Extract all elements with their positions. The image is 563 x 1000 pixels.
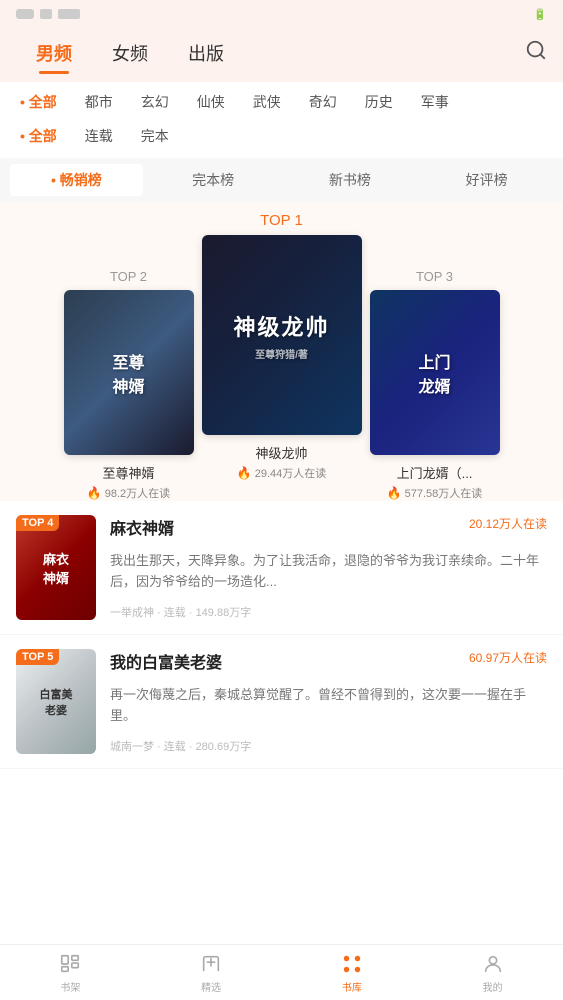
rank-label-3: TOP 3	[416, 269, 453, 284]
shelf-icon	[58, 952, 82, 976]
cat-serial[interactable]: 连载	[81, 124, 117, 148]
list-readers-5: 60.97万人在读	[469, 649, 547, 666]
list-section: 麻衣神婿 TOP 4 麻衣神婿 20.12万人在读 我出生那天，天降异象。为了让…	[0, 501, 563, 779]
book-readers-3: 🔥 577.58万人在读	[387, 485, 483, 501]
status-bar: 🔋	[0, 0, 563, 28]
list-item-5[interactable]: 白富美老婆 TOP 5 我的白富美老婆 60.97万人在读 再一次侮蔑之后，秦城…	[0, 635, 563, 769]
cat-all2[interactable]: 全部	[16, 124, 61, 148]
nav-item-library[interactable]: 书库	[282, 945, 423, 1000]
nav-label-shelf: 书架	[60, 979, 80, 994]
list-top-5: 我的白富美老婆 60.97万人在读	[110, 649, 547, 673]
list-meta-5: 城南一梦 · 连载 · 280.69万字	[110, 738, 547, 754]
book-readers-1: 🔥 29.44万人在读	[237, 465, 326, 481]
podium-item-1[interactable]: TOP 1 神级龙帅 至尊狩猎/著 神级龙帅 🔥 29.44万人在读	[202, 212, 362, 481]
cat-scifi[interactable]: 奇幻	[305, 90, 341, 114]
list-title-4: 麻衣神婿	[110, 515, 174, 539]
nav-item-mine[interactable]: 我的	[422, 945, 563, 1000]
rank-badge-4: TOP 4	[16, 515, 59, 531]
podium-section: TOP 2 至尊神婿 至尊神婿 🔥 98.2万人在读 TOP 1 神级龙帅 至尊…	[0, 202, 563, 501]
cat-complete[interactable]: 完本	[137, 124, 173, 148]
list-readers-4: 20.12万人在读	[469, 515, 547, 532]
podium-item-3[interactable]: TOP 3 上门龙婿 上门龙婿（... 🔥 577.58万人在读	[370, 269, 500, 501]
cover-image-2: 至尊神婿	[64, 290, 194, 455]
podium-item-2[interactable]: TOP 2 至尊神婿 至尊神婿 🔥 98.2万人在读	[64, 269, 194, 501]
rank-tabs: 畅销榜 完本榜 新书榜 好评榜	[0, 158, 563, 202]
status-time: 🔋	[533, 8, 547, 21]
list-desc-5: 再一次侮蔑之后，秦城总算觉醒了。曾经不曾得到的，这次要一一握在手里。	[110, 685, 547, 727]
rank-badge-5: TOP 5	[16, 649, 59, 665]
rank-tab-rating[interactable]: 好评榜	[420, 164, 553, 196]
book-cover-3[interactable]: 上门龙婿	[370, 290, 500, 455]
list-desc-4: 我出生那天，天降异象。为了让我活命，退隐的爷爷为我订亲续命。二十年后，因为爷爷给…	[110, 551, 547, 593]
book-title-1: 神级龙帅	[255, 443, 307, 462]
mine-icon	[481, 952, 505, 976]
search-icon[interactable]	[525, 39, 547, 67]
book-cover-1[interactable]: 神级龙帅 至尊狩猎/著	[202, 235, 362, 435]
status-left	[16, 9, 80, 19]
book-title-2: 至尊神婿	[102, 463, 154, 482]
cover-image-1: 神级龙帅 至尊狩猎/著	[202, 235, 362, 435]
fire-icon-2: 🔥	[87, 486, 102, 500]
cat-military[interactable]: 军事	[417, 90, 453, 114]
category-row-1: 全部 都市 玄幻 仙侠 武侠 奇幻 历史 军事	[0, 82, 563, 122]
rank-tab-new[interactable]: 新书榜	[284, 164, 417, 196]
fire-icon-3: 🔥	[387, 486, 402, 500]
battery-icon	[58, 9, 80, 19]
cat-all[interactable]: 全部	[16, 90, 61, 114]
list-meta-4: 一举成神 · 连载 · 149.88万字	[110, 604, 547, 620]
tab-male[interactable]: 男频	[16, 36, 92, 70]
list-item-4[interactable]: 麻衣神婿 TOP 4 麻衣神婿 20.12万人在读 我出生那天，天降异象。为了让…	[0, 501, 563, 635]
cover-image-3: 上门龙婿	[370, 290, 500, 455]
cat-city[interactable]: 都市	[81, 90, 117, 114]
lib-icon	[340, 952, 364, 976]
list-cover-4: 麻衣神婿 TOP 4	[16, 515, 96, 620]
tab-female[interactable]: 女频	[92, 36, 168, 70]
nav-item-shelf[interactable]: 书架	[0, 945, 141, 1000]
tab-publish[interactable]: 出版	[168, 36, 244, 70]
rank-tab-complete[interactable]: 完本榜	[147, 164, 280, 196]
cat-history[interactable]: 历史	[361, 90, 397, 114]
book-title-3: 上门龙婿（...	[397, 463, 473, 482]
bottom-nav: 书架 精选 书库 我的	[0, 944, 563, 1000]
list-title-5: 我的白富美老婆	[110, 649, 222, 673]
list-info-4: 麻衣神婿 20.12万人在读 我出生那天，天降异象。为了让我活命，退隐的爷爷为我…	[110, 515, 547, 620]
list-info-5: 我的白富美老婆 60.97万人在读 再一次侮蔑之后，秦城总算觉醒了。曾经不曾得到…	[110, 649, 547, 754]
rank-label-1: TOP 1	[260, 212, 303, 229]
rank-label-2: TOP 2	[110, 269, 147, 284]
signal-icon	[16, 9, 34, 19]
list-top-4: 麻衣神婿 20.12万人在读	[110, 515, 547, 539]
list-cover-5: 白富美老婆 TOP 5	[16, 649, 96, 754]
book-cover-2[interactable]: 至尊神婿	[64, 290, 194, 455]
nav-label-library: 书库	[342, 979, 362, 994]
nav-item-pick[interactable]: 精选	[141, 945, 282, 1000]
pick-icon	[199, 952, 223, 976]
wifi-icon	[40, 9, 52, 19]
nav-label-pick: 精选	[201, 979, 221, 994]
category-row-2: 全部 连载 完本	[0, 122, 563, 158]
cat-martial[interactable]: 武侠	[249, 90, 285, 114]
cat-fantasy[interactable]: 玄幻	[137, 90, 173, 114]
top-nav: 男频 女频 出版	[0, 28, 563, 82]
nav-label-mine: 我的	[483, 979, 503, 994]
cat-xianxia[interactable]: 仙侠	[193, 90, 229, 114]
rank-tab-bestseller[interactable]: 畅销榜	[10, 164, 143, 196]
fire-icon-1: 🔥	[237, 466, 252, 480]
book-readers-2: 🔥 98.2万人在读	[87, 485, 170, 501]
podium: TOP 2 至尊神婿 至尊神婿 🔥 98.2万人在读 TOP 1 神级龙帅 至尊…	[10, 212, 553, 481]
